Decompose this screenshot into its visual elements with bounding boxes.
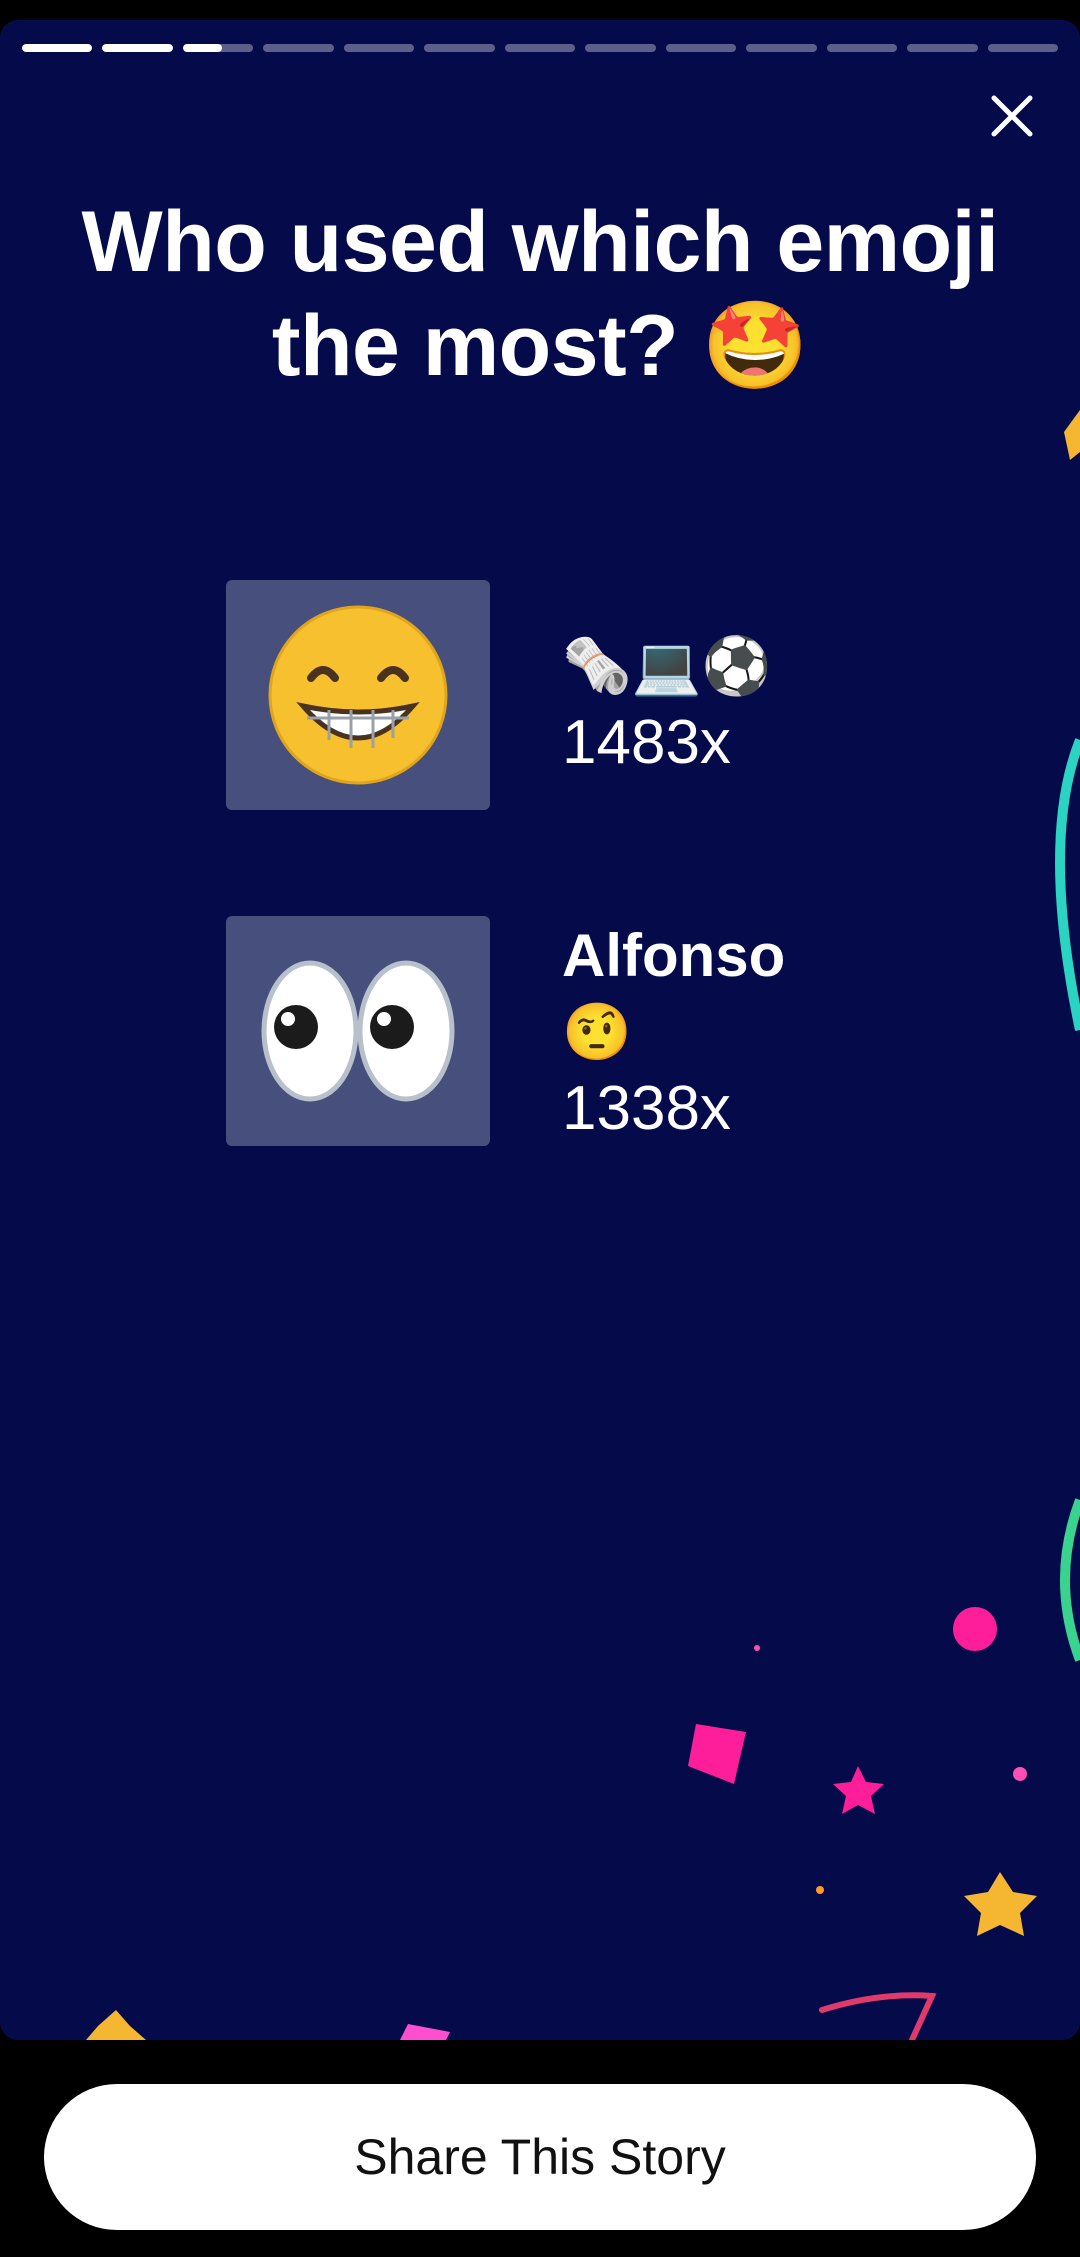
close-icon (991, 95, 1033, 137)
confetti-star-icon (86, 2010, 146, 2040)
progress-segment (746, 44, 817, 52)
entry-name: Alfonso (562, 922, 786, 989)
progress-segment (22, 44, 93, 52)
emoji-entry-info: 🗞️💻⚽ 1483x (562, 628, 771, 782)
confetti-dot (816, 1886, 824, 1894)
planet-ring-decoration (1055, 738, 1080, 1032)
progress-segment-fill (22, 44, 93, 52)
emoji-tile (226, 916, 490, 1146)
progress-segment (585, 44, 656, 52)
confetti-star-icon (1064, 410, 1080, 460)
grinning-face-icon (268, 605, 448, 785)
planet-ring-decoration (1060, 1498, 1080, 1662)
progress-segment (665, 44, 737, 52)
confetti-star-icon (833, 1766, 884, 1814)
confetti-dot (1013, 1767, 1027, 1781)
confetti-dot (754, 1645, 760, 1651)
emoji-entry: Alfonso 🤨 1338x (226, 916, 785, 1148)
close-button[interactable] (984, 88, 1040, 144)
progress-segment (343, 44, 415, 52)
entry-users: 🗞️💻⚽ (562, 634, 772, 697)
confetti-star-icon (964, 1872, 1037, 1936)
story-progress-bar (22, 44, 1059, 52)
progress-segment-fill (102, 44, 173, 52)
progress-segment (263, 44, 334, 52)
progress-segment (182, 44, 254, 52)
progress-segment (102, 44, 173, 52)
entry-count: 1483x (562, 708, 731, 777)
emoji-tile (226, 580, 490, 810)
progress-segment (504, 44, 576, 52)
progress-segment (987, 44, 1059, 52)
story-title: Who used which emoji the most? 🤩 (81, 194, 999, 394)
entry-users: 🤨 (562, 1000, 632, 1063)
progress-segment (907, 44, 978, 52)
confetti-square (688, 1724, 746, 1784)
share-story-button[interactable]: Share This Story (44, 2084, 1036, 2230)
eyes-icon (261, 960, 455, 1102)
emoji-entry: 🗞️💻⚽ 1483x (226, 580, 771, 810)
story-card[interactable]: Who used which emoji the most? 🤩 🗞️💻⚽ 14… (0, 20, 1080, 2040)
emoji-entry-info: Alfonso 🤨 1338x (562, 918, 785, 1148)
confetti-dot (953, 1607, 997, 1651)
entry-count: 1338x (562, 1074, 731, 1143)
progress-segment-fill (182, 44, 222, 52)
progress-segment (424, 44, 495, 52)
progress-segment (826, 44, 898, 52)
confetti-streamer (819, 1992, 937, 2040)
confetti-square (400, 2024, 450, 2040)
